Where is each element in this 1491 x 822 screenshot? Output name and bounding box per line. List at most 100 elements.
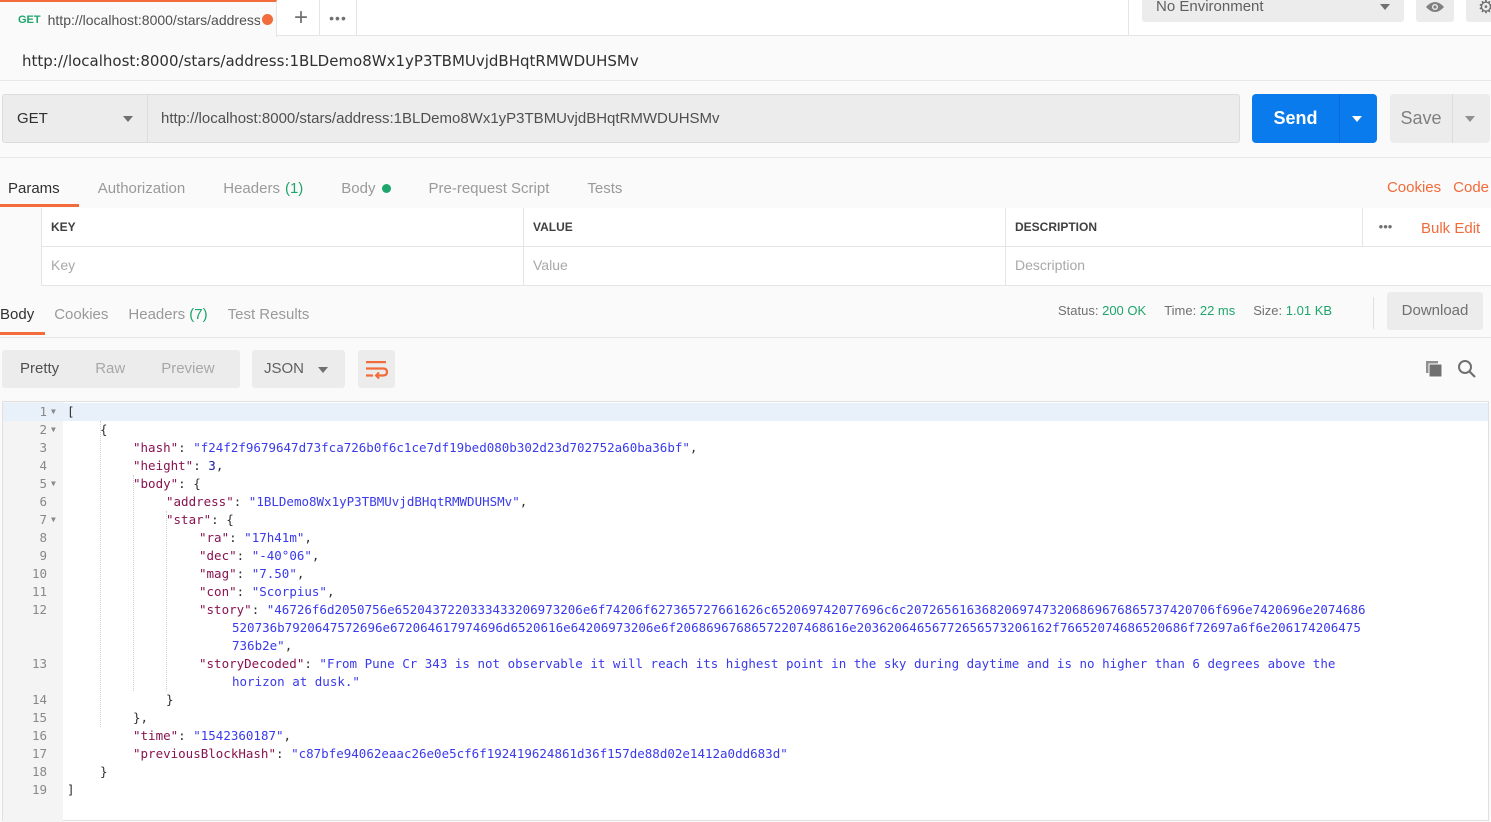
line-number: 6 (39, 494, 47, 509)
method-select[interactable]: GET (2, 94, 148, 143)
format-select[interactable]: JSON (252, 350, 345, 388)
more-icon: ••• (329, 10, 347, 26)
description-input[interactable]: Description (1005, 247, 1491, 286)
code-content: [ (67, 403, 75, 421)
json-key: "con" (199, 584, 237, 599)
view-pretty-button[interactable]: Pretty (2, 350, 77, 388)
new-tab-button[interactable]: + (283, 0, 320, 36)
value-column-header: VALUE (523, 208, 1005, 247)
line-number: 13 (31, 656, 47, 671)
json-key: "body" (133, 476, 179, 491)
divider (0, 80, 1491, 81)
time-info: Time: 22 ms (1164, 303, 1235, 318)
code-line: 11 "con": "Scorpius", (3, 583, 1488, 601)
tab-body[interactable]: Body (341, 177, 391, 199)
code-line: 9 "dec": "-40°06", (3, 547, 1488, 565)
tab-params[interactable]: Params (8, 177, 60, 199)
code-content: "ra": "17h41m", (199, 529, 312, 547)
search-icon[interactable] (1457, 359, 1477, 379)
manage-environments-button[interactable]: ⚙ (1466, 0, 1491, 22)
value-input[interactable]: Value (523, 247, 1005, 286)
save-button[interactable]: Save (1390, 94, 1490, 143)
status-value[interactable]: 200 OK (1102, 303, 1146, 318)
json-number: 3 (208, 458, 216, 473)
tab-tests[interactable]: Tests (587, 177, 622, 199)
code-content: } (100, 763, 108, 781)
time-label: Time: (1164, 303, 1197, 318)
params-row: Key Value Description (0, 247, 1491, 286)
line-number: 1 (39, 404, 47, 419)
cookies-link[interactable]: Cookies (1387, 179, 1441, 196)
send-options-chevron-icon[interactable] (1352, 116, 1362, 122)
url-input[interactable]: http://localhost:8000/stars/address:1BLD… (147, 94, 1240, 143)
size-value[interactable]: 1.01 KB (1286, 303, 1332, 318)
response-body-editor[interactable]: 1 ▼[2 ▼{3 "hash": "f24f2f9679647d73fca726b0… (2, 401, 1489, 822)
json-punctuation: : { (178, 476, 201, 491)
code-link[interactable]: Code (1453, 179, 1489, 196)
request-title: http://localhost:8000/stars/address:1BLD… (22, 52, 639, 70)
description-column-header: DESCRIPTION (1005, 208, 1491, 247)
fold-toggle-icon[interactable]: ▼ (51, 421, 56, 439)
json-key: "star" (166, 512, 212, 527)
json-punctuation: : (236, 566, 252, 581)
json-key: "height" (133, 458, 194, 473)
response-tab-headers[interactable]: Headers (7) (128, 306, 207, 323)
code-content: "dec": "-40°06", (199, 547, 319, 565)
eye-icon (1426, 2, 1444, 12)
request-tabs: Params Authorization Headers (1) Body Pre… (0, 177, 660, 207)
chevron-down-icon (123, 116, 133, 122)
json-punctuation: [ (67, 404, 75, 419)
fold-toggle-icon[interactable]: ▼ (51, 403, 56, 421)
download-button[interactable]: Download (1387, 292, 1483, 330)
view-preview-button[interactable]: Preview (143, 350, 232, 388)
tab-headers[interactable]: Headers (1) (223, 177, 303, 199)
code-line: 18} (3, 763, 1488, 781)
more-tabs-button[interactable]: ••• (320, 0, 357, 36)
json-punctuation: : (178, 728, 194, 743)
request-tab[interactable]: GET http://localhost:8000/stars/address:… (0, 0, 277, 37)
view-raw-button[interactable]: Raw (77, 350, 143, 388)
code-line: 5 ▼ "body": { (3, 475, 1488, 493)
response-tab-body[interactable]: Body (0, 306, 34, 323)
environment-quick-look-button[interactable] (1416, 0, 1454, 22)
json-string: "46726f6d2050756e65204372203334332069732… (266, 602, 1366, 617)
size-info: Size: 1.01 KB (1253, 303, 1332, 318)
json-punctuation: : (229, 530, 245, 545)
send-button[interactable]: Send (1252, 94, 1377, 143)
json-punctuation: : (236, 548, 252, 563)
response-tabs: Body Cookies Headers (7) Test Results (0, 306, 329, 323)
fold-toggle-icon[interactable]: ▼ (51, 475, 56, 493)
bulk-edit-link[interactable]: Bulk Edit (1421, 220, 1480, 237)
tab-authorization[interactable]: Authorization (98, 177, 186, 199)
fold-toggle-icon[interactable]: ▼ (51, 511, 56, 529)
json-punctuation: : (251, 602, 267, 617)
tab-pre-request-script[interactable]: Pre-request Script (429, 177, 550, 199)
wrap-lines-button[interactable] (358, 350, 395, 388)
code-content: "hash": "f24f2f9679647d73fca726b0f6c1ce7… (133, 439, 697, 457)
time-value[interactable]: 22 ms (1200, 303, 1235, 318)
json-string: horizon at dusk." (232, 674, 360, 689)
copy-icon[interactable] (1425, 360, 1443, 378)
wrap-lines-icon (366, 361, 389, 380)
code-line: 19] (3, 781, 1488, 799)
key-input[interactable]: Key (41, 247, 523, 286)
json-punctuation: , (215, 458, 224, 473)
params-more-button[interactable]: ••• (1362, 208, 1408, 247)
tab-label: Body (341, 179, 376, 197)
json-string: "1542360187" (193, 728, 284, 743)
environment-select[interactable]: No Environment (1142, 0, 1404, 22)
code-content: { (100, 421, 108, 439)
save-options-chevron-icon[interactable] (1465, 116, 1475, 122)
key-column-header: KEY (41, 208, 523, 247)
row-handle-column (0, 208, 41, 247)
code-line: 1 ▼ [ (3, 403, 1488, 421)
json-string: "7.50" (251, 566, 297, 581)
code-line: 16 "time": "1542360187", (3, 727, 1488, 745)
line-number: 10 (31, 566, 47, 581)
code-line: horizon at dusk." (3, 673, 1488, 691)
response-tab-cookies[interactable]: Cookies (54, 306, 108, 323)
body-indicator-dot-icon (381, 183, 391, 193)
response-tab-test-results[interactable]: Test Results (228, 306, 310, 323)
json-key: "story" (199, 602, 252, 617)
line-number: 16 (31, 728, 47, 743)
